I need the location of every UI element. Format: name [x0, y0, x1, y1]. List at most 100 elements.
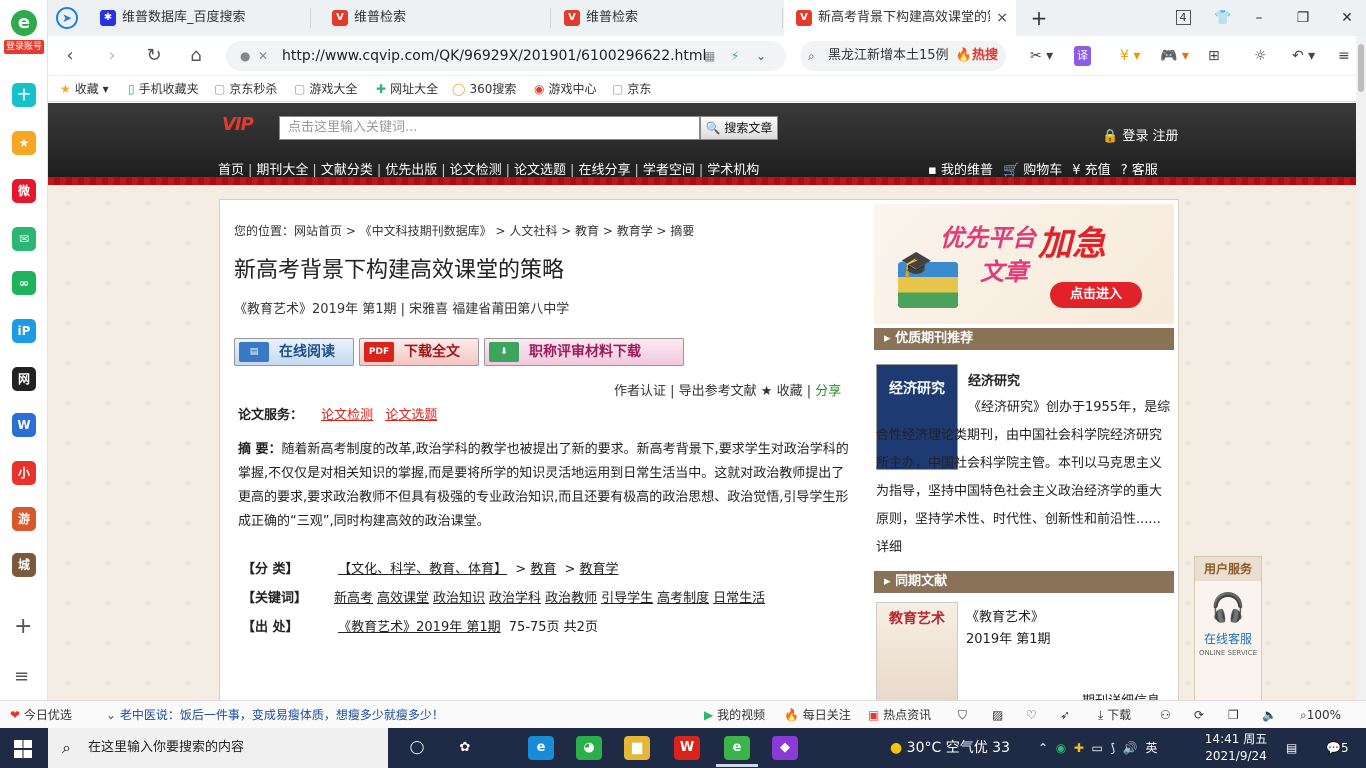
share-link[interactable]: 分享 [815, 384, 841, 399]
mail-icon[interactable]: ✉ [12, 227, 36, 251]
tab-2[interactable]: V 维普检索 [320, 0, 550, 36]
hot-search-badge[interactable]: 🔥热搜 [956, 41, 998, 71]
ime-indicator[interactable]: 英 [1145, 741, 1157, 755]
new-tab-button[interactable]: + [1024, 0, 1054, 36]
news-ticker[interactable]: ⌄ 老中医说：饭后一件事，变成易瘦体质，想瘦多少就瘦多少！ [106, 701, 444, 729]
user-link[interactable]: ¥ 充值 [1072, 163, 1110, 178]
wps-icon[interactable]: W [674, 736, 700, 760]
nav-item[interactable]: 文献分类 [321, 163, 373, 178]
keyword-link[interactable]: 引导学生 [601, 591, 653, 606]
refresh-icon[interactable]: ⟳ [1194, 701, 1204, 729]
network-icon[interactable]: ⟆ [1111, 741, 1116, 755]
vip-search-input[interactable]: 点击这里输入关键词... [279, 116, 700, 140]
priority-publish-ad[interactable]: 🎓 优先平台 加急 文章 点击进入 [874, 204, 1174, 324]
game-icon[interactable]: 游 [12, 507, 36, 531]
add-sidebar-icon[interactable]: + [14, 614, 32, 639]
navigation-arrow-icon[interactable]: ➤ [56, 7, 78, 29]
browser-360-icon[interactable]: e [724, 736, 750, 760]
notification-icon[interactable]: ▤ [1286, 728, 1297, 768]
class-link-education[interactable]: 教育 [530, 562, 556, 577]
title-eval-download-button[interactable]: ⬇ 职称评审材料下载 [484, 338, 684, 366]
keyword-link[interactable]: 政治教师 [545, 591, 597, 606]
nav-item[interactable]: 论文选题 [514, 163, 566, 178]
sidebar-menu-icon[interactable]: ≡ [14, 666, 29, 687]
nav-item[interactable]: 期刊大全 [256, 163, 308, 178]
daily-focus[interactable]: 🔥 每日关注 [784, 701, 851, 729]
speed-mode-icon[interactable]: ⚡ [731, 41, 739, 71]
keyword-link[interactable]: 高效课堂 [377, 591, 429, 606]
my-video[interactable]: ▶ 我的视频 [704, 701, 765, 729]
scrollbar-thumb[interactable] [1358, 44, 1364, 92]
issue-cover[interactable]: 教育艺术 [876, 602, 958, 700]
coupon-icon[interactable]: ¥ ▾ [1120, 46, 1140, 66]
download-status[interactable]: ⤓ 下载 [1098, 701, 1131, 729]
user-link[interactable]: ▪ 我的维普 [928, 163, 993, 178]
translate-icon[interactable]: 译 [1074, 46, 1091, 66]
edge-browser-icon[interactable]: e [528, 736, 554, 760]
speaker-icon[interactable]: 🔊 [1123, 741, 1138, 755]
article-meta[interactable]: 《教育艺术》2019年 第1期 | 宋雅喜 福建省莆田第八中学 [234, 298, 569, 317]
today-picks[interactable]: ❤ 今日优选 [10, 701, 72, 729]
keyword-link[interactable]: 新高考 [334, 591, 373, 606]
issue-journal-name[interactable]: 《教育艺术》 [966, 606, 1044, 625]
online-service-label[interactable]: 在线客服 [1195, 630, 1261, 647]
wechat-icon[interactable]: ◕ [576, 736, 602, 760]
bookmark-item[interactable]: ▢ 京东秒杀 [214, 76, 277, 102]
ad-enter-button[interactable]: 点击进入 [1050, 282, 1142, 308]
tray-icons[interactable]: ⌃ ◉ ✚ ▭ ⟆ 🔊 英 [1038, 728, 1157, 768]
weather-widget[interactable]: ● 30°C 空气优 33 [890, 728, 1010, 768]
close-window-button[interactable]: ✕ [1332, 0, 1362, 36]
plus-tray-icon[interactable]: ✚ [1074, 741, 1084, 755]
bookmark-item[interactable]: ▢ 游戏大全 [294, 76, 357, 102]
star-icon[interactable]: ★ [12, 131, 36, 155]
main-menu-icon[interactable]: ≡ [1338, 46, 1350, 66]
image-icon[interactable]: ▨ [992, 701, 1003, 729]
vip-logo[interactable]: VIP [222, 115, 270, 135]
battery-icon[interactable]: ▭ [1092, 741, 1103, 755]
bookmark-item[interactable]: ★ 收藏 ▾ [60, 76, 109, 102]
task-view-icon[interactable]: ◯ [404, 736, 430, 760]
tab-count-badge[interactable]: 4 [1168, 0, 1198, 36]
reload-button[interactable]: ↻ [142, 44, 166, 68]
page-scrollbar[interactable] [1356, 36, 1366, 700]
shirt-skin-icon[interactable]: 👕 [1208, 0, 1238, 36]
minimize-button[interactable]: – [1244, 0, 1274, 36]
nav-item[interactable]: 论文检测 [450, 163, 502, 178]
keyword-link[interactable]: 日常生活 [713, 591, 765, 606]
windows-start-icon[interactable] [14, 740, 32, 758]
chevron-up-icon[interactable]: ⌃ [1038, 741, 1048, 755]
keyword-link[interactable]: 政治知识 [433, 591, 485, 606]
bookmark-item[interactable]: ◯ 360搜索 [452, 76, 516, 102]
user-service-float[interactable]: 用户服务 🎧 在线客服 ONLINE SERVICE [1194, 556, 1262, 700]
read-online-button[interactable]: ▤ 在线阅读 [234, 338, 354, 366]
breadcrumb[interactable]: 您的位置：网站首页 > 《中文科技期刊数据库》 > 人文社科 > 教育 > 教育… [234, 222, 694, 239]
xiaohongshu-icon[interactable]: 小 [12, 461, 36, 485]
word-icon[interactable]: W [12, 413, 36, 437]
bookmark-item[interactable]: ◉ 游戏中心 [534, 76, 597, 102]
article-tools[interactable]: 作者认证 | 导出参考文献 ★ 收藏 | 分享 [614, 380, 841, 399]
paper-check-link[interactable]: 论文检测 [321, 408, 373, 423]
journal-name[interactable]: 经济研究 [968, 370, 1020, 389]
insecure-icon[interactable]: ✕ [258, 41, 268, 71]
journal-detail-link[interactable]: 期刊详细信息 [1082, 690, 1160, 700]
scissors-icon[interactable]: ✂ ▾ [1030, 46, 1053, 66]
tab-3[interactable]: V 维普检索 [552, 0, 782, 36]
grid-apps-icon[interactable]: ⊞ [1208, 46, 1220, 66]
restore-button[interactable]: ❐ [1288, 0, 1318, 36]
taskbar-search-input[interactable]: ⌕ 在这里输入你要搜索的内容 [48, 728, 388, 768]
paper-topic-link[interactable]: 论文选题 [385, 408, 437, 423]
address-field[interactable]: ● ✕ http://www.cqvip.com/QK/96929X/20190… [226, 41, 786, 71]
user-link[interactable]: ? 客服 [1121, 163, 1158, 178]
bookmark-item[interactable]: ▢ 京东 [612, 76, 651, 102]
qr-code-icon[interactable]: ▦ [704, 41, 715, 71]
taskbar-clock[interactable]: 14:41 周五 2021/9/24 [1204, 731, 1268, 765]
nav-item[interactable]: 学术机构 [707, 163, 759, 178]
undo-icon[interactable]: ↶ ▾ [1292, 46, 1315, 66]
browser-tray-icon[interactable]: ◉ [1056, 741, 1066, 755]
link-icon[interactable]: ∞ [12, 271, 36, 295]
article-tools-links[interactable]: 作者认证 | 导出参考文献 ★ 收藏 | [614, 384, 815, 399]
class-link-culture[interactable]: 【文化、科学、教育、体育】 [338, 562, 507, 577]
game-controller-icon[interactable]: 🎮 ▾ [1160, 46, 1189, 66]
search-field[interactable]: ⌕ 黑龙江新增本土15例 🔥热搜 [800, 41, 1006, 71]
colorful-drop-icon[interactable]: ◆ [772, 736, 798, 760]
